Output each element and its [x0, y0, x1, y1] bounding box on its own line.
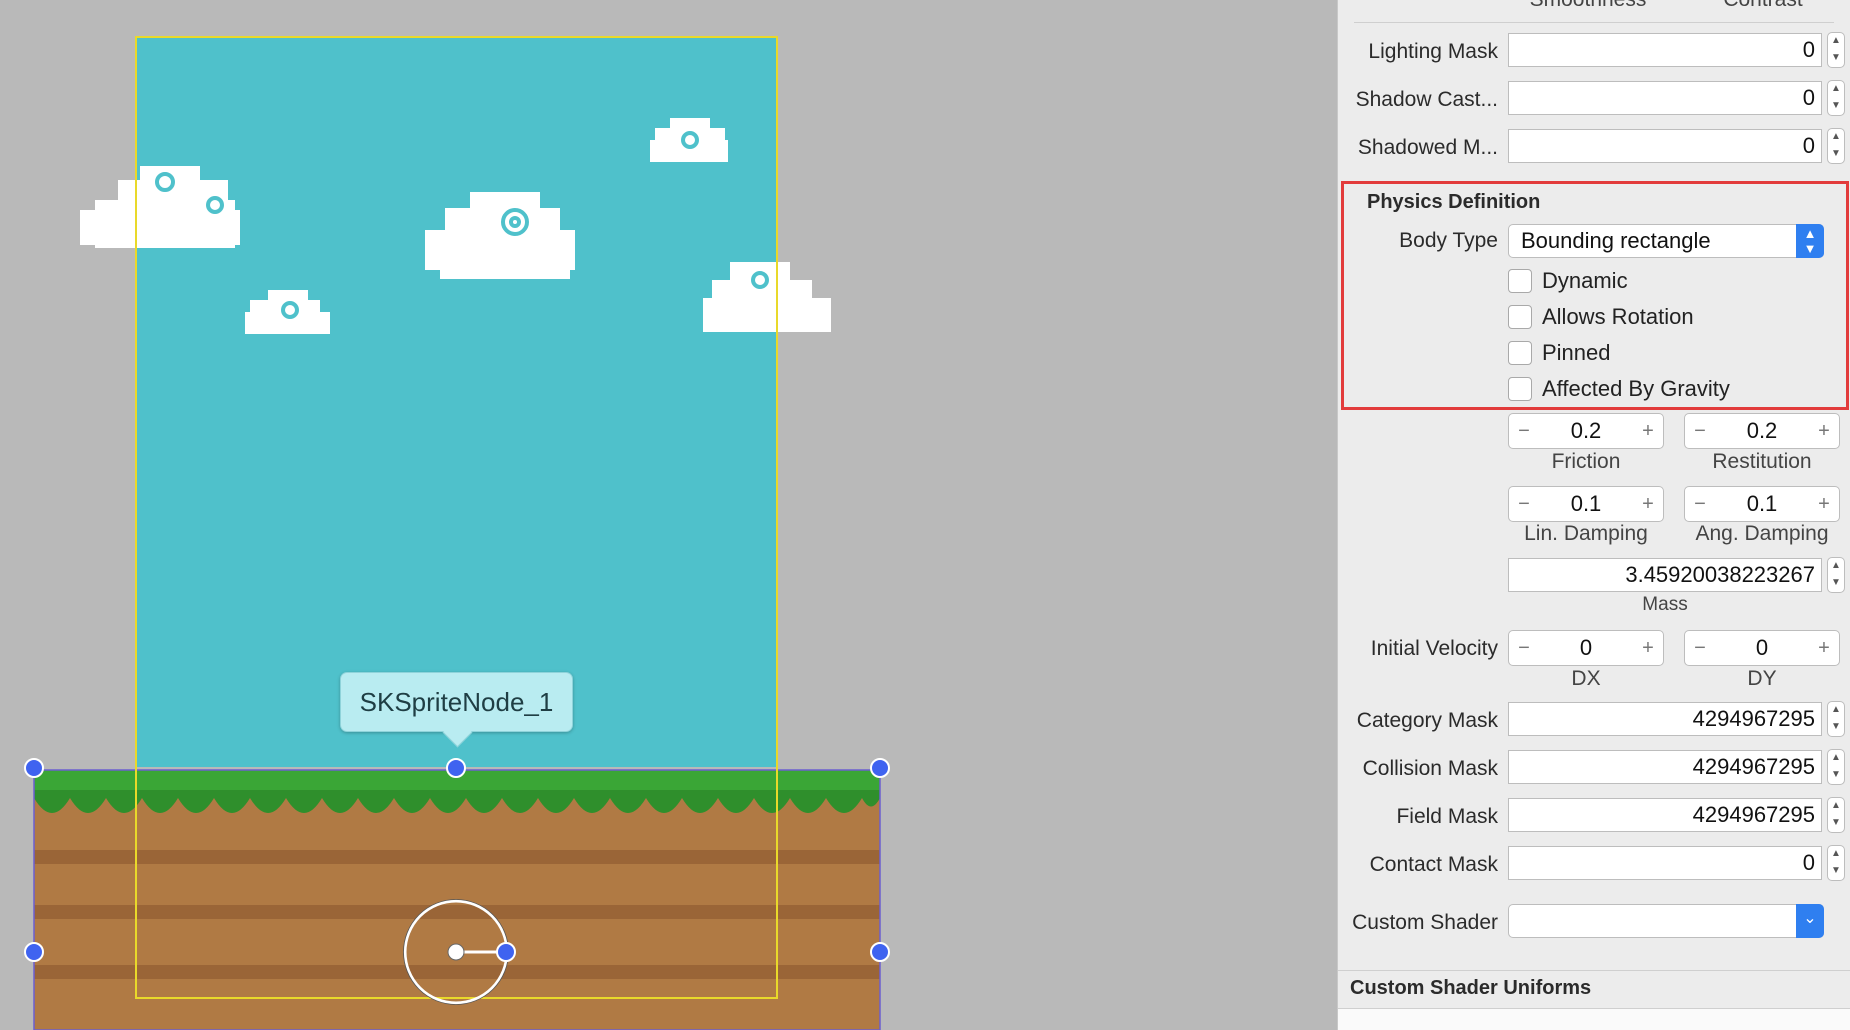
lighting-mask-label: Lighting Mask [1368, 40, 1498, 63]
shadowed-mask-field[interactable]: 0 [1508, 129, 1822, 163]
friction-label: Friction [1551, 450, 1621, 473]
mass-stepper[interactable]: ▲ ▼ [1827, 557, 1845, 593]
pinned-label: Pinned [1542, 340, 1611, 365]
category-mask-label: Category Mask [1356, 709, 1498, 732]
friction-decrement-button[interactable]: − [1509, 414, 1539, 448]
handle-mid-left [24, 942, 44, 962]
ang-damping-decrement-button[interactable]: − [1685, 487, 1715, 521]
ang-damping-value[interactable]: 0.1 [1715, 487, 1809, 521]
handle-top-right [870, 758, 890, 778]
restitution-decrement-button[interactable]: − [1685, 414, 1715, 448]
velocity-dy-decrement-button[interactable]: − [1685, 631, 1715, 665]
node-name-tooltip: SKSpriteNode_1 [340, 672, 573, 732]
body-type-value: Bounding rectangle [1521, 228, 1711, 253]
custom-shader-label: Custom Shader [1352, 911, 1498, 934]
lin-damping-increment-button[interactable]: + [1633, 487, 1663, 521]
field-mask-stepper[interactable]: ▲ ▼ [1827, 797, 1845, 833]
chevron-down-icon: ⌄ [1796, 904, 1824, 938]
friction-increment-button[interactable]: + [1633, 414, 1663, 448]
handle-top-center [446, 758, 466, 778]
shadow-cast-label: Shadow Cast... [1355, 88, 1498, 111]
handle-top-left [24, 758, 44, 778]
rotation-handle [496, 942, 516, 962]
restitution-increment-button[interactable]: + [1809, 414, 1839, 448]
pinned-checkbox[interactable] [1508, 341, 1532, 365]
field-mask-label: Field Mask [1396, 805, 1498, 828]
custom-shader-select[interactable]: ⌄ [1508, 904, 1824, 938]
collision-mask-label: Collision Mask [1362, 757, 1498, 780]
body-type-label: Body Type [1399, 229, 1498, 252]
velocity-dy-stepper[interactable]: − 0 + [1684, 630, 1840, 666]
velocity-dy-increment-button[interactable]: + [1809, 631, 1839, 665]
lighting-mask-field[interactable]: 0 [1508, 33, 1822, 67]
velocity-dx-value[interactable]: 0 [1539, 631, 1633, 665]
shadow-cast-field[interactable]: 0 [1508, 81, 1822, 115]
uniforms-divider [1338, 970, 1850, 971]
uniforms-table[interactable] [1338, 1009, 1850, 1030]
contact-mask-field[interactable]: 0 [1508, 846, 1822, 880]
ang-damping-stepper[interactable]: − 0.1 + [1684, 486, 1840, 522]
restitution-value[interactable]: 0.2 [1715, 414, 1809, 448]
body-type-select[interactable]: Bounding rectangle ▲ ▼ [1508, 224, 1824, 258]
field-mask-field[interactable]: 4294967295 [1508, 798, 1822, 832]
lin-damping-stepper[interactable]: − 0.1 + [1508, 486, 1664, 522]
initial-velocity-label: Initial Velocity [1370, 637, 1498, 660]
shadow-cast-stepper[interactable]: ▲ ▼ [1827, 80, 1845, 116]
collision-mask-stepper[interactable]: ▲ ▼ [1827, 749, 1845, 785]
collision-mask-field[interactable]: 4294967295 [1508, 750, 1822, 784]
lighting-mask-stepper[interactable]: ▲ ▼ [1827, 32, 1845, 68]
shadowed-mask-label: Shadowed M... [1357, 136, 1498, 159]
dynamic-checkbox[interactable] [1508, 269, 1532, 293]
lin-damping-value[interactable]: 0.1 [1539, 487, 1633, 521]
restitution-label: Restitution [1712, 450, 1812, 473]
lin-damping-decrement-button[interactable]: − [1509, 487, 1539, 521]
restitution-stepper[interactable]: − 0.2 + [1684, 413, 1840, 449]
affected-by-gravity-checkbox[interactable] [1508, 377, 1532, 401]
top-divider [1354, 22, 1834, 23]
category-mask-stepper[interactable]: ▲ ▼ [1827, 701, 1845, 737]
mass-field[interactable]: 3.45920038223267 [1508, 558, 1822, 592]
affected-by-gravity-label: Affected By Gravity [1542, 376, 1730, 401]
ang-damping-increment-button[interactable]: + [1809, 487, 1839, 521]
handle-mid-right [870, 942, 890, 962]
category-mask-field[interactable]: 4294967295 [1508, 702, 1822, 736]
contrast-label: Contrast [1693, 0, 1833, 12]
velocity-dx-increment-button[interactable]: + [1633, 631, 1663, 665]
custom-shader-uniforms-title: Custom Shader Uniforms [1350, 977, 1592, 999]
velocity-dx-stepper[interactable]: − 0 + [1508, 630, 1664, 666]
lin-damping-label: Lin. Damping [1524, 522, 1648, 545]
attributes-inspector: Smoothness Contrast Lighting Mask 0 ▲▼ S… [1337, 0, 1850, 1030]
velocity-dx-label: DX [1571, 667, 1601, 690]
friction-value[interactable]: 0.2 [1539, 414, 1633, 448]
shadowed-mask-stepper[interactable]: ▲ ▼ [1827, 128, 1845, 164]
ang-damping-label: Ang. Damping [1695, 522, 1829, 545]
allows-rotation-label: Allows Rotation [1542, 304, 1694, 329]
allows-rotation-checkbox[interactable] [1508, 305, 1532, 329]
contact-mask-label: Contact Mask [1369, 853, 1498, 876]
friction-stepper[interactable]: − 0.2 + [1508, 413, 1664, 449]
velocity-dy-value[interactable]: 0 [1715, 631, 1809, 665]
dynamic-label: Dynamic [1542, 268, 1628, 293]
physics-section-title: Physics Definition [1367, 191, 1541, 213]
scene-editor[interactable]: SKSpriteNode_1 [0, 0, 1337, 1030]
scene-canvas[interactable] [0, 0, 1337, 1030]
velocity-dy-label: DY [1747, 667, 1777, 690]
smoothness-label: Smoothness [1518, 0, 1658, 12]
velocity-dx-decrement-button[interactable]: − [1509, 631, 1539, 665]
contact-mask-stepper[interactable]: ▲ ▼ [1827, 845, 1845, 881]
mass-label: Mass [1642, 594, 1688, 615]
select-arrows-icon: ▲ ▼ [1796, 224, 1824, 258]
